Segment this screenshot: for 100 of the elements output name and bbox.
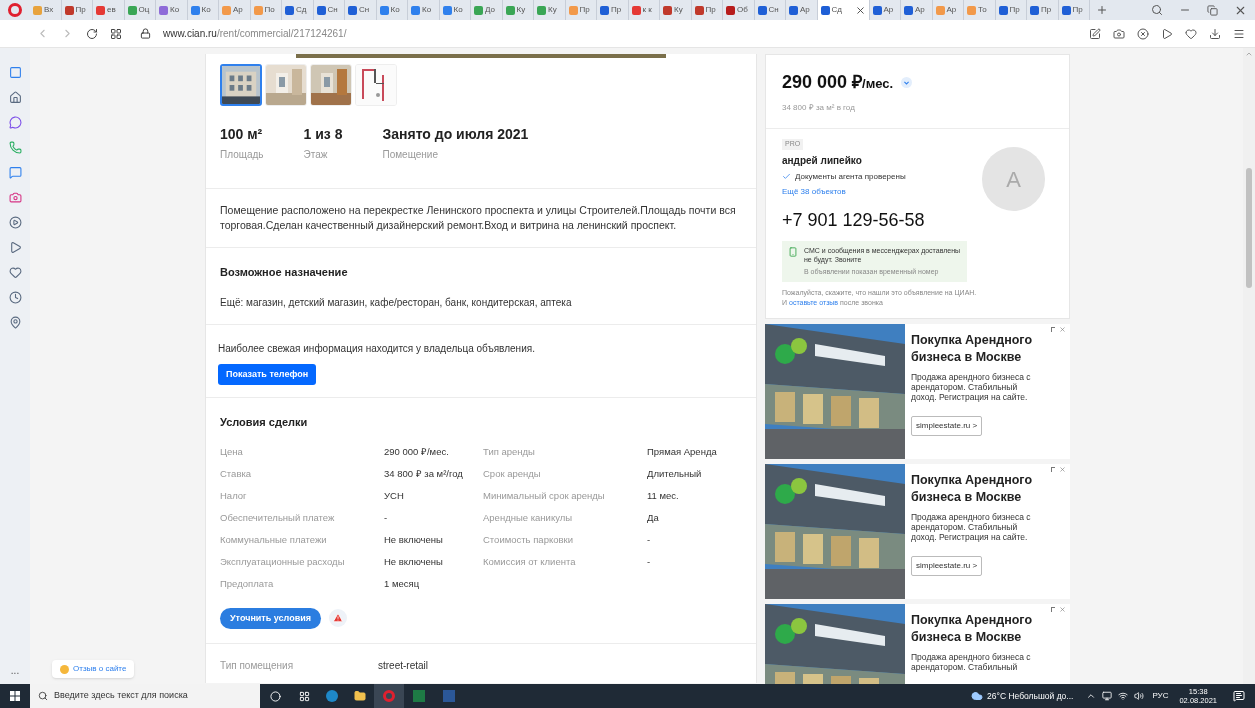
chevron-down-icon[interactable] — [901, 77, 913, 88]
stat-label: Помещение — [382, 148, 439, 162]
heart-icon[interactable] — [1185, 27, 1197, 40]
weather-text[interactable]: 26°C Небольшой до... — [987, 689, 1074, 703]
term-label: Ставка — [220, 466, 253, 481]
more-objects-link[interactable]: Ещё 38 объектов — [782, 185, 846, 198]
term-label: Тип аренды — [483, 444, 536, 459]
tab-title: Ку — [516, 4, 526, 16]
ad-marker-icon[interactable] — [1051, 607, 1055, 612]
block-icon[interactable] — [1137, 27, 1149, 40]
section-title: Возможное назначение — [220, 265, 349, 280]
search-icon[interactable] — [1151, 4, 1163, 16]
detail-value: street-retail — [378, 659, 428, 673]
close-icon[interactable] — [854, 4, 866, 16]
tab-title: Ко — [422, 4, 432, 16]
term-label: Стоимость парковки — [483, 532, 574, 547]
triangle-icon[interactable] — [8, 241, 22, 254]
ad-marker-icon[interactable] — [1051, 327, 1055, 332]
term-label: Налог — [220, 488, 248, 503]
ad-marker-icon[interactable] — [1051, 467, 1055, 472]
term-value: 11 мес. — [647, 488, 680, 503]
tab-title: Ар — [883, 4, 894, 16]
tab-title: Пр — [579, 4, 590, 16]
term-value: Не включены — [384, 554, 444, 569]
warning-button[interactable] — [329, 609, 347, 628]
download-icon[interactable] — [1209, 27, 1221, 40]
network-icon[interactable] — [1118, 691, 1129, 701]
tab-title: Ар — [915, 4, 925, 16]
more-button[interactable]: ... — [10, 663, 20, 684]
tab-title: То — [978, 4, 987, 16]
notifications-icon[interactable] — [1233, 690, 1245, 702]
term-value: 34 800 ₽ за м²/год — [384, 466, 464, 481]
search-field[interactable]: Введите здесь текст для поиска — [30, 684, 260, 708]
description: Помещение расположено на перекрестке Ленинского проспекта и улицы Строителей.Площадь почти вся торговая.Сделан качественный дизайнерский ремонт.Вход и витрина на ленинский проспект. — [220, 203, 737, 233]
photo-thumbnail[interactable] — [220, 64, 262, 106]
folder-icon[interactable] — [354, 690, 366, 702]
info-text: Наиболее свежая информация находится у владельца объявления. — [218, 341, 535, 356]
ad-link-button[interactable]: simpleestate.ru > — [911, 556, 983, 576]
play-circle-icon[interactable] — [8, 216, 22, 229]
new-tab-icon[interactable] — [1096, 4, 1108, 16]
ad-banner[interactable]: Покупка Арендного бизнеса в Москве Продажа арендного бизнеса с арендатором. Стабильный доход. Регистрация на сайте. simpleestate.ru > — [765, 324, 1070, 459]
cortana-icon[interactable] — [270, 690, 281, 702]
verified-text: Документы агента проверены — [795, 170, 906, 183]
ad-link-button[interactable]: simpleestate.ru > — [911, 416, 983, 436]
show-phone-button[interactable]: Показать телефон — [218, 363, 317, 385]
tab-title: Ку — [674, 4, 683, 16]
reload-icon[interactable] — [86, 27, 98, 40]
tab-title: Сн — [768, 4, 779, 16]
home-icon[interactable] — [8, 91, 22, 104]
edit-icon[interactable] — [1089, 27, 1101, 40]
browser-tab[interactable]: Сд — [817, 0, 870, 20]
ad-banner[interactable]: Покупка Арендного бизнеса в Москве Продажа арендного бизнеса с арендатором. Стабильный доход. Регистрация на сайте. simpleestate.ru > — [765, 464, 1070, 599]
term-value: Длительный — [647, 466, 703, 481]
term-label: Комиссия от клиента — [483, 554, 577, 569]
opera-logo-icon[interactable] — [8, 3, 22, 17]
square-icon[interactable] — [8, 66, 22, 79]
price-per-m2: 34 800 ₽ за м² в год — [782, 102, 856, 114]
phone-icon[interactable] — [8, 141, 22, 154]
triangle-icon[interactable] — [1161, 27, 1173, 40]
message-icon[interactable] — [8, 166, 22, 179]
clock-icon[interactable] — [8, 291, 22, 304]
chat-bubble-icon[interactable] — [8, 116, 22, 129]
heart-icon[interactable] — [8, 266, 22, 279]
term-label: Цена — [220, 444, 244, 459]
site-feedback-button[interactable]: Отзыв о сайте — [52, 660, 135, 678]
pin-icon[interactable] — [8, 316, 22, 329]
tab-title: Сд — [296, 4, 307, 16]
term-value: - — [384, 510, 389, 525]
stat-value: 1 из 8 — [303, 125, 343, 144]
tab-title: Ко — [390, 4, 400, 16]
camera-icon[interactable] — [1113, 27, 1125, 40]
term-label: Обеспечительный платеж — [220, 510, 336, 525]
warning-icon — [333, 613, 343, 624]
restore-icon[interactable] — [1207, 4, 1218, 16]
language-indicator[interactable]: РУС — [1152, 690, 1169, 702]
purpose-text: Ещё: магазин, детский магазин, кафе/ресторан, банк, кондитерская, аптека — [220, 295, 573, 310]
ad-banner[interactable]: Покупка Арендного бизнеса в Москве Продажа арендного бизнеса с арендатором. Стабильный — [765, 604, 1070, 684]
scrollbar[interactable] — [1243, 48, 1255, 684]
monitor-icon[interactable] — [1102, 691, 1113, 701]
tab-title: Сд — [831, 4, 842, 16]
menu-icon[interactable] — [1233, 27, 1245, 40]
volume-icon[interactable] — [1134, 691, 1145, 701]
browser-icon[interactable] — [326, 690, 338, 702]
tab-title: До — [485, 4, 495, 16]
clarify-terms-button[interactable]: Уточнить условия — [220, 607, 321, 629]
term-label: Коммунальные платежи — [220, 532, 328, 547]
avatar-letter: A — [1006, 165, 1021, 194]
tab-title: Пр — [611, 4, 622, 16]
term-value: Не включены — [384, 532, 444, 547]
search-icon — [38, 691, 48, 701]
chevron-up-icon[interactable] — [1086, 691, 1097, 701]
grid-icon[interactable] — [110, 27, 122, 40]
ad-title: Покупка Арендного бизнеса в Москве — [911, 472, 1034, 506]
url-field[interactable]: www.cian.ru/rent/commercial/217124261/ — [163, 26, 347, 41]
term-label: Эксплуатационные расходы — [220, 554, 346, 569]
task-view-icon[interactable] — [299, 690, 310, 702]
ad-title: Покупка Арендного бизнеса в Москве — [911, 612, 1034, 646]
tab-title: По — [264, 4, 275, 16]
camera-icon[interactable] — [8, 191, 22, 204]
term-label: Срок аренды — [483, 466, 542, 481]
